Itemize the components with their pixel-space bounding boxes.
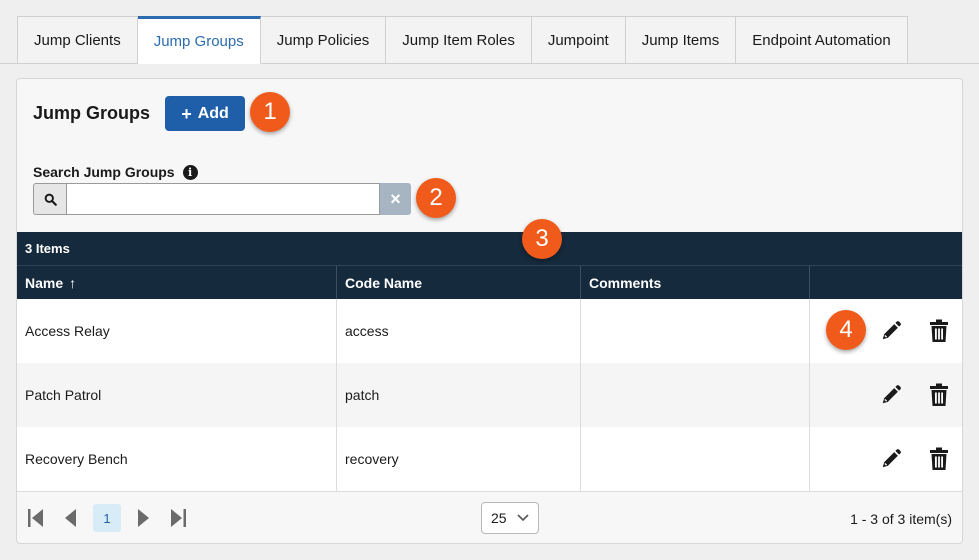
callout-marker: 2 [416,178,456,218]
callout-marker: 4 [826,310,866,350]
cell-actions [810,427,962,491]
cell-comments [581,363,810,427]
next-page-button[interactable] [133,505,155,531]
tab-jumpoint[interactable]: Jumpoint [531,16,626,64]
cell-code-name: recovery [337,427,581,491]
jump-groups-panel: Jump Groups + Add Search Jump Groups i ×… [16,78,963,544]
cell-name: Recovery Bench [17,427,337,491]
tab-jump-groups[interactable]: Jump Groups [137,16,261,64]
first-page-button[interactable] [25,505,47,531]
table-row: Access Relay access [17,299,962,363]
search-label-text: Search Jump Groups [33,164,175,180]
add-button-label: Add [197,104,229,122]
edit-button[interactable] [878,318,904,344]
cell-name: Access Relay [17,299,337,363]
tab-bar: Jump Clients Jump Groups Jump Policies J… [17,16,908,64]
column-header-name-label: Name [25,275,64,291]
callout-marker: 1 [250,92,290,132]
table-row: Recovery Bench recovery [17,427,962,491]
delete-button[interactable] [926,318,952,344]
column-header-actions [810,266,962,300]
add-button[interactable]: + Add [165,96,245,131]
edit-button[interactable] [878,382,904,408]
page-size-value: 25 [491,510,507,526]
trash-icon [930,383,948,406]
last-page-button[interactable] [167,505,189,531]
tab-jump-item-roles[interactable]: Jump Item Roles [386,16,532,64]
callout-marker: 3 [522,219,562,259]
pagination-summary: 1 - 3 of 3 item(s) [850,511,952,527]
search-field: × [33,183,411,215]
last-page-icon [171,509,186,527]
item-count: 3 Items [25,241,70,256]
previous-page-icon [65,509,76,527]
page-size-select[interactable]: 25 [481,502,539,534]
tab-jump-policies[interactable]: Jump Policies [260,16,387,64]
delete-button[interactable] [926,382,952,408]
clear-search-button[interactable]: × [380,183,411,215]
column-header-name[interactable]: Name ↑ [17,266,337,300]
delete-button[interactable] [926,446,952,472]
table-footer: 1 25 1 - 3 of 3 item(s) [17,491,962,543]
pagination: 1 [25,504,189,532]
pencil-icon [882,449,901,468]
search-label: Search Jump Groups i [33,164,198,180]
pencil-icon [882,385,901,404]
info-icon[interactable]: i [182,164,198,180]
cell-name: Patch Patrol [17,363,337,427]
edit-button[interactable] [878,446,904,472]
page-number-current[interactable]: 1 [93,504,121,532]
cell-code-name: access [337,299,581,363]
page-title: Jump Groups [33,103,151,123]
cell-code-name: patch [337,363,581,427]
cell-actions [810,363,962,427]
cell-comments [581,427,810,491]
item-count-bar: 3 Items [17,232,962,265]
tab-jump-items[interactable]: Jump Items [625,16,737,64]
table-header: Name ↑ Code Name Comments [17,265,962,300]
chevron-down-icon [517,514,529,522]
search-icon [33,183,66,215]
pencil-icon [882,321,901,340]
search-input[interactable] [66,183,380,215]
cell-comments [581,299,810,363]
close-icon: × [390,188,401,209]
trash-icon [930,447,948,470]
table-body: Access Relay access Patch Patrol patch R… [17,299,962,491]
next-page-icon [138,509,149,527]
table-row: Patch Patrol patch [17,363,962,427]
plus-icon: + [181,103,192,124]
sort-ascending-icon: ↑ [69,275,77,291]
tab-jump-clients[interactable]: Jump Clients [17,16,138,64]
trash-icon [930,319,948,342]
column-header-comments[interactable]: Comments [581,266,810,300]
first-page-icon [28,509,43,527]
column-header-code-name[interactable]: Code Name [337,266,581,300]
previous-page-button[interactable] [59,505,81,531]
tab-endpoint-automation[interactable]: Endpoint Automation [736,16,908,64]
